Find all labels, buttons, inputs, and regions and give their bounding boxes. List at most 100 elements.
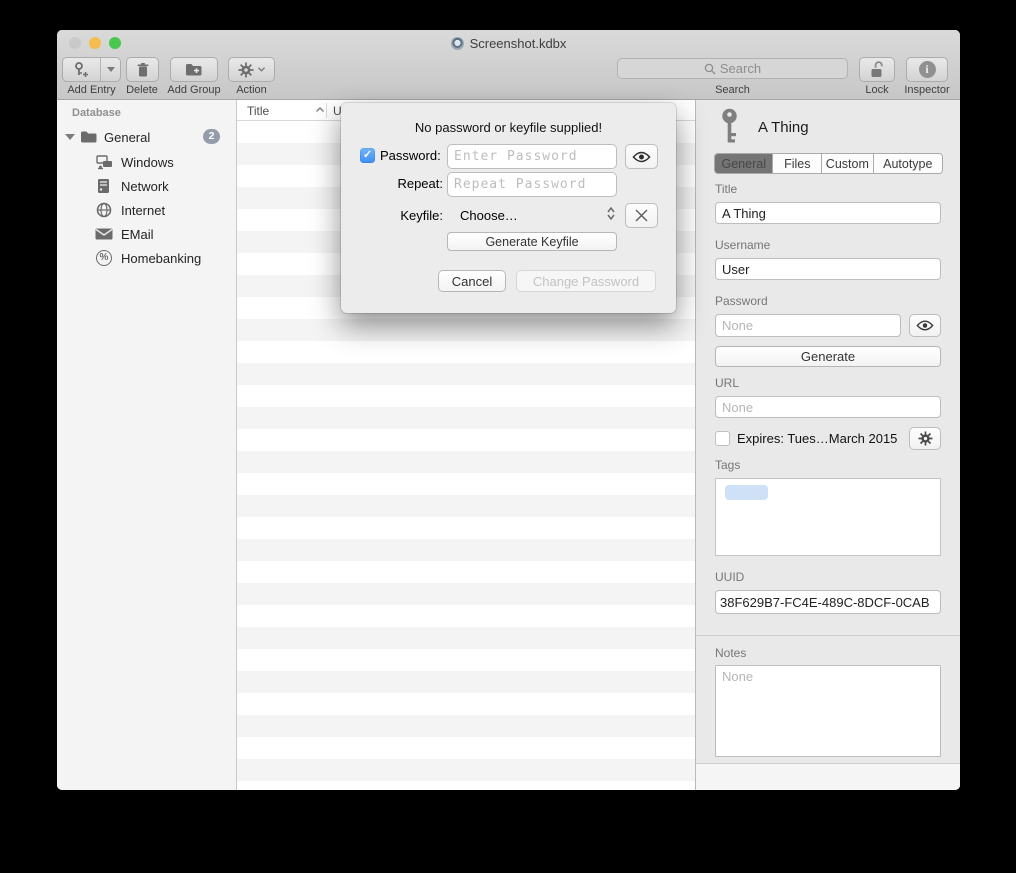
cancel-button[interactable]: Cancel [438,270,506,292]
toolbar: Screenshot.kdbx Add Entry Delete Add [57,30,960,100]
document-icon [451,37,464,50]
sidebar-item-label: Internet [121,203,165,218]
add-entry-button[interactable] [62,57,121,82]
globe-icon [96,202,112,218]
chevron-down-icon[interactable] [101,67,120,72]
key-plus-icon [63,61,100,78]
tab-autotype[interactable]: Autotype [873,154,942,173]
delete-button[interactable] [126,57,159,82]
password-field[interactable] [715,314,901,337]
keyfile-popup[interactable]: Choose… [460,208,518,223]
enter-password-field[interactable] [447,144,617,169]
sidebar: Database General 2 Windows Network [57,100,237,790]
sidebar-item-windows[interactable]: Windows [57,153,236,173]
change-password-dialog: No password or keyfile supplied! ✓ Passw… [341,103,676,313]
sidebar-header: Database [72,107,121,119]
divider [696,635,960,636]
tag-token[interactable] [725,485,768,500]
sidebar-item-label: Homebanking [121,251,201,266]
sidebar-item-internet[interactable]: Internet [57,201,236,221]
password-label: Password [715,294,768,308]
key-icon [716,107,743,146]
entry-title: A Thing [758,119,809,136]
search-label: Search [617,84,848,96]
sidebar-item-label: EMail [121,227,154,242]
dialog-message: No password or keyfile supplied! [341,120,676,135]
eye-icon [916,320,934,331]
inspector-button[interactable]: i [906,57,948,82]
tab-general[interactable]: General [715,154,772,173]
windows-group-icon [96,155,113,170]
expires-label: Expires: Tues…March 2015 [737,431,897,446]
folder-plus-icon [185,62,203,77]
sidebar-item-label: Windows [121,155,174,170]
title-label: Title [715,182,737,196]
disclosure-triangle-icon[interactable] [65,134,75,140]
add-entry-label: Add Entry [62,84,121,96]
server-icon [97,178,110,194]
action-button[interactable] [228,57,275,82]
envelope-icon [95,228,113,240]
url-field[interactable] [715,396,941,418]
title-field[interactable] [715,202,941,224]
lock-open-icon [869,61,885,78]
eye-icon [632,151,651,163]
inspector-label: Inspector [897,84,957,96]
change-password-button[interactable]: Change Password [516,270,656,292]
notes-label: Notes [715,646,746,660]
app-window: Screenshot.kdbx Add Entry Delete Add [57,30,960,790]
inspector-panel: A Thing General Files Custom Autotype Ti… [695,100,960,790]
notes-field[interactable] [715,665,941,757]
uuid-field[interactable] [715,590,941,614]
expires-options-button[interactable] [909,427,941,450]
lock-button[interactable] [859,57,895,82]
reveal-password-button[interactable] [909,314,941,337]
search-placeholder: Search [720,61,761,76]
sidebar-item-email[interactable]: EMail [57,225,236,245]
sidebar-item-label: General [104,130,150,145]
trash-icon [136,62,150,78]
reveal-password-button[interactable] [625,144,658,169]
close-x-icon [635,209,648,222]
tags-label: Tags [715,458,740,472]
percent-icon: % [96,250,112,266]
tab-files[interactable]: Files [772,154,821,173]
sort-ascending-icon [316,107,324,112]
count-badge: 2 [203,129,220,144]
inspector-footer [696,764,960,790]
tab-custom[interactable]: Custom [821,154,873,173]
gear-icon [238,62,254,78]
lock-label: Lock [853,84,901,96]
url-label: URL [715,376,739,390]
delete-label: Delete [119,84,165,96]
folder-icon [80,130,97,144]
uuid-label: UUID [715,570,744,584]
username-field[interactable] [715,258,941,280]
info-icon: i [919,61,936,78]
add-group-label: Add Group [162,84,226,96]
password-checkbox[interactable]: ✓ [360,148,375,163]
tags-field[interactable] [715,478,941,556]
inspector-tabs: General Files Custom Autotype [714,153,943,174]
sidebar-item-network[interactable]: Network [57,177,236,197]
generate-keyfile-button[interactable]: Generate Keyfile [447,232,617,251]
search-input[interactable]: Search [617,58,848,79]
repeat-label: Repeat: [381,176,443,191]
username-label: Username [715,238,770,252]
keyfile-label: Keyfile: [381,208,443,223]
gear-icon [918,431,933,446]
generate-button[interactable]: Generate [715,346,941,367]
action-label: Action [228,84,275,96]
add-group-button[interactable] [170,57,218,82]
sidebar-item-homebanking[interactable]: % Homebanking [57,249,236,269]
sidebar-item-label: Network [121,179,169,194]
search-icon [704,63,716,75]
column-header-title[interactable]: Title [247,104,269,118]
clear-keyfile-button[interactable] [625,203,658,228]
popup-stepper-icon[interactable] [607,207,615,220]
sidebar-item-general[interactable]: General 2 [57,128,236,148]
window-title: Screenshot.kdbx [57,36,960,51]
column-divider[interactable] [326,103,327,118]
repeat-password-field[interactable] [447,172,617,197]
expires-checkbox[interactable] [715,431,730,446]
